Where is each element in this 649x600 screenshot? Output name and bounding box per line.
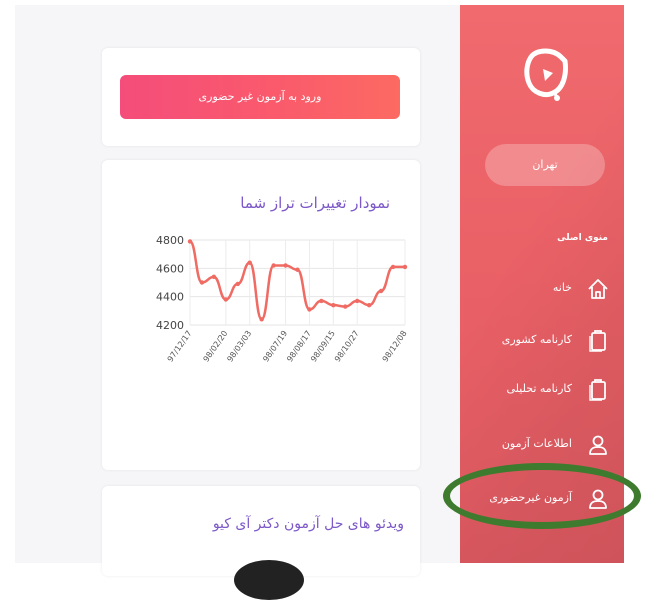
sidebar-item-label: خانه bbox=[552, 281, 572, 294]
data-point bbox=[199, 280, 205, 285]
x-tick-label: 98/12/08 bbox=[381, 329, 409, 364]
score-chart-card: نمودار تغییرات تراز شما 4200 4400 4600 4800… bbox=[102, 160, 420, 470]
data-point bbox=[319, 298, 324, 304]
sidebar-item-exam-info[interactable]: اطلاعات آزمون bbox=[460, 425, 624, 465]
enter-online-exam-button[interactable]: ورود به آزمون غیر حضوری bbox=[120, 75, 400, 119]
user-icon bbox=[589, 489, 607, 509]
data-point bbox=[295, 267, 300, 272]
series-line bbox=[188, 240, 405, 321]
data-point bbox=[343, 304, 348, 309]
data-point bbox=[390, 264, 396, 270]
y-tick-label: 4400 bbox=[156, 291, 184, 304]
data-point bbox=[283, 263, 288, 268]
data-point bbox=[355, 298, 360, 304]
x-tick-label: 97/12/17 bbox=[166, 329, 194, 364]
app-logo bbox=[524, 48, 568, 101]
data-point bbox=[307, 307, 312, 312]
data-point bbox=[211, 274, 217, 280]
data-point bbox=[259, 317, 264, 322]
data-point bbox=[235, 281, 240, 287]
sidebar-item-national-report[interactable]: کارنامه کشوری bbox=[460, 321, 624, 361]
data-point bbox=[247, 260, 252, 265]
sidebar-item-online-exam[interactable]: آزمون غیرحضوری bbox=[460, 479, 624, 519]
y-tick-label: 4200 bbox=[156, 319, 184, 332]
sidebar-item-label: اطلاعات آزمون bbox=[501, 437, 572, 450]
main-menu-heading: منوی اصلی bbox=[557, 233, 608, 243]
x-tick-label: 98/03/03 bbox=[225, 329, 253, 364]
sidebar-item-home[interactable]: خانه bbox=[460, 269, 624, 309]
sidebar-item-analytic-report[interactable]: کارنامه تحلیلی bbox=[460, 370, 624, 410]
sidebar-item-label: آزمون غیرحضوری bbox=[489, 491, 572, 504]
data-point bbox=[187, 239, 193, 244]
city-selector[interactable]: تهران bbox=[485, 144, 605, 186]
sidebar-item-label: کارنامه کشوری bbox=[501, 333, 572, 346]
exam-entry-card: ورود به آزمون غیر حضوری bbox=[102, 48, 420, 146]
data-point bbox=[271, 263, 276, 268]
home-icon bbox=[588, 279, 608, 299]
data-point bbox=[331, 302, 336, 308]
video-section-title: ویدئو های حل آزمون دکتر آی کیو bbox=[212, 516, 404, 532]
data-point bbox=[378, 288, 384, 294]
user-icon bbox=[589, 435, 607, 455]
video-thumbnail[interactable] bbox=[234, 560, 304, 600]
x-tick-label: 98/10/27 bbox=[333, 329, 361, 364]
clipboard-icon bbox=[589, 379, 606, 401]
clipboard-icon bbox=[589, 330, 606, 352]
data-point bbox=[402, 264, 408, 270]
y-tick-label: 4800 bbox=[156, 234, 184, 247]
data-point bbox=[366, 302, 372, 308]
sidebar: تهران منوی اصلی خانه کارنامه کشوری کارنا… bbox=[460, 5, 624, 563]
sidebar-item-label: کارنامه تحلیلی bbox=[506, 382, 572, 395]
score-line-chart: 420044004600480097/12/17 98/02/2098/03/03… bbox=[156, 234, 409, 364]
y-tick-label: 4600 bbox=[156, 262, 184, 275]
data-point bbox=[223, 297, 229, 302]
